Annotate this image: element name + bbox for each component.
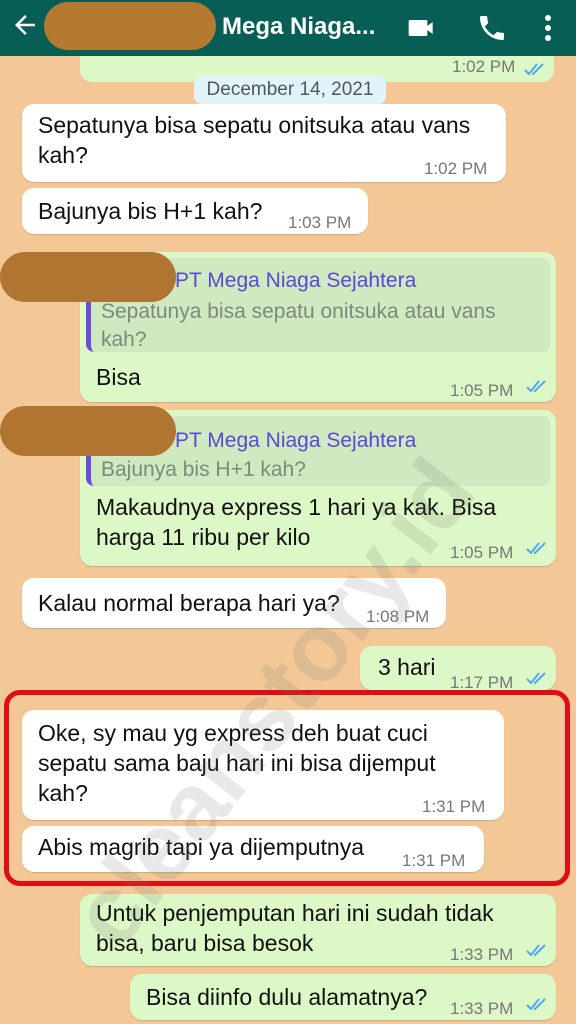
incoming-message[interactable]: Bajunya bis H+1 kah? 1:03 PM xyxy=(22,188,368,234)
phone-icon[interactable] xyxy=(476,12,508,44)
message-text: Kalau normal berapa hari ya? xyxy=(38,590,340,616)
quote-text: Bajunya bis H+1 kah? xyxy=(101,458,306,481)
double-check-icon xyxy=(526,944,546,957)
date-label: December 14, 2021 xyxy=(194,76,386,104)
more-vertical-icon[interactable] xyxy=(538,12,558,44)
incoming-message[interactable]: Kalau normal berapa hari ya? 1:08 PM xyxy=(22,578,446,628)
incoming-message[interactable]: Sepatunya bisa sepatu onitsuka atau vans… xyxy=(22,104,506,182)
quote-sender: PT Mega Niaga Sejahtera xyxy=(175,429,417,452)
outgoing-message[interactable]: Bisa diinfo dulu alamatnya? 1:33 PM xyxy=(130,974,556,1020)
message-time: 1:03 PM xyxy=(288,213,352,232)
chat-title[interactable]: Mega Niaga... xyxy=(222,13,375,41)
message-text: 3 hari xyxy=(378,654,436,680)
message-text: Bisa diinfo dulu alamatnya? xyxy=(146,984,428,1010)
double-check-icon xyxy=(526,672,546,685)
double-check-icon xyxy=(526,998,546,1011)
highlight-box xyxy=(4,690,570,886)
back-arrow-icon[interactable] xyxy=(10,10,40,40)
outgoing-message[interactable]: 3 hari 1:17 PM xyxy=(360,646,556,692)
message-time: 1:33 PM xyxy=(450,945,514,964)
avatar[interactable] xyxy=(44,2,216,50)
message-text: Bisa xyxy=(96,364,141,390)
redacted-name xyxy=(0,252,176,302)
message-time: 1:08 PM xyxy=(366,607,430,626)
message-time: 1:02 PM xyxy=(424,159,488,178)
message-time: 1:05 PM xyxy=(450,543,514,562)
message-time: 1:05 PM xyxy=(450,381,514,400)
double-check-icon xyxy=(526,380,546,393)
quote-sender: PT Mega Niaga Sejahtera xyxy=(175,269,417,292)
double-check-icon xyxy=(526,542,546,555)
message-time: 1:33 PM xyxy=(450,999,514,1018)
video-call-icon[interactable] xyxy=(406,12,438,44)
chat-header: Mega Niaga... xyxy=(0,0,576,56)
outgoing-message[interactable]: Untuk penjemputan hari ini sudah tidak b… xyxy=(80,894,556,966)
double-check-icon xyxy=(524,63,544,76)
message-time: 1:02 PM xyxy=(452,57,516,76)
quote-text: Sepatunya bisa sepatu onitsuka atau vans… xyxy=(101,300,496,351)
message-text: Bajunya bis H+1 kah? xyxy=(38,198,263,224)
redacted-name xyxy=(0,406,176,456)
